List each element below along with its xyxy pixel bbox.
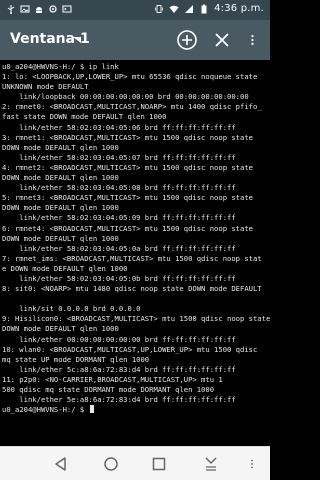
- terminal-line: DOWN mode DEFAULT qlen 1000: [2, 203, 119, 213]
- android-debug-icon: [36, 7, 42, 13]
- terminal-line: link/loopback 00:00:00:00:00:00 brd 00:0…: [2, 92, 249, 102]
- settings-icon: [49, 5, 57, 13]
- terminal-line: link/ether 58:02:03:04:05:08 brd ff:ff:f…: [2, 183, 236, 193]
- terminal-line: DOWN mode DEFAULT qlen 1000: [2, 142, 119, 152]
- signal-icon: [185, 4, 194, 13]
- usb-icon: [7, 5, 15, 14]
- terminal-line: 5: rmnet3: <BROADCAST,MULTICAST> mtu 150…: [2, 193, 253, 203]
- terminal-line: 9: Hisilicon0: <BROADCAST,MULTICAST> mtu…: [2, 314, 270, 324]
- overflow-menu-icon[interactable]: [248, 29, 262, 51]
- terminal-line: fast state DOWN mode DEFAULT qlen 1000: [2, 112, 167, 122]
- terminal-prompt: u0_a204@HWVNS-H:/ $: [2, 405, 89, 415]
- status-bar: 4:36 p.m.: [0, 0, 270, 20]
- terminal-line: e DOWN mode DEFAULT qlen 1000: [2, 263, 128, 273]
- close-window-button[interactable]: [211, 29, 233, 51]
- navigation-bar: [0, 446, 270, 480]
- text-cursor: [89, 405, 94, 414]
- back-button[interactable]: [52, 455, 70, 473]
- terminal-line: DOWN mode DEFAULT qlen 1000: [2, 324, 119, 334]
- terminal-line: link/ether 00:00:00:00:00:00 brd ff:ff:f…: [2, 334, 236, 344]
- terminal-line: 6: rmnet4: <BROADCAST,MULTICAST> mtu 150…: [2, 223, 253, 233]
- vibrate-icon: [155, 4, 164, 13]
- terminal-line: 10: wlan0: <BROADCAST,MULTICAST,UP,LOWER…: [2, 344, 258, 354]
- status-time: 4:36 p.m.: [214, 3, 264, 14]
- terminal-line: u0_a204@HWVNS-H:/ $ ip link: [2, 62, 119, 71]
- app-bar: Ventana 1: [0, 20, 270, 60]
- new-window-button[interactable]: [176, 29, 198, 51]
- terminal-line: DOWN mode DEFAULT qlen 1000: [2, 173, 119, 183]
- terminal-line: 11: p2p0: <NO-CARRIER,BROADCAST,MULTICAS…: [2, 374, 223, 384]
- wifi-icon: [169, 5, 179, 13]
- terminal-output[interactable]: u0_a204@HWVNS-H:/ $ ip link 1: lo: <LOOP…: [0, 60, 270, 446]
- terminal-line: DOWN mode DEFAULT qlen 1000: [2, 233, 119, 243]
- terminal-line: link/ether 58:02:03:04:05:0a brd ff:ff:f…: [2, 243, 236, 253]
- battery-icon: [201, 4, 207, 13]
- terminal-line: link/ether 58:02:03:04:05:07 brd ff:ff:f…: [2, 152, 236, 162]
- terminal-line: 500 qdisc mq state DORMANT mode DORMANT …: [2, 385, 215, 394]
- status-notifications: [6, 4, 72, 14]
- terminal-line: 3: rmnet1: <BROADCAST,MULTICAST> mtu 150…: [2, 132, 253, 142]
- terminal-line: UNKNOWN mode DEFAULT: [2, 82, 89, 92]
- terminal-line: link/ether 58:02:03:04:05:09 brd ff:ff:f…: [2, 213, 236, 223]
- terminal-line: link/ether 58:02:03:04:05:06 brd ff:ff:f…: [2, 122, 236, 132]
- terminal-line: link/ether 5e:a8:6a:72:83:d4 brd ff:ff:f…: [2, 395, 236, 405]
- terminal-line: link/sit 0.0.0.0 brd 0.0.0.0: [2, 304, 141, 314]
- terminal-line: 1: lo: <LOOPBACK,UP,LOWER_UP> mtu 65536 …: [2, 72, 258, 82]
- terminal-prompt-line[interactable]: u0_a204@HWVNS-H:/ $: [2, 405, 270, 415]
- terminal-icon: [62, 5, 72, 13]
- image-icon: [20, 5, 30, 13]
- terminal-line: 4: rmnet2: <BROADCAST,MULTICAST> mtu 150…: [2, 162, 253, 172]
- terminal-line: 8: sit0: <NOARP> mtu 1480 qdisc noop sta…: [2, 284, 262, 294]
- status-system: 4:36 p.m.: [154, 3, 264, 14]
- terminal-line: link/ether 5c:a8:6a:72:83:d4 brd ff:ff:f…: [2, 364, 236, 374]
- terminal-line: mq state UP mode DORMANT qlen 1000: [2, 354, 150, 364]
- terminal-line: link/ether 58:02:03:04:05:0b brd ff:ff:f…: [2, 273, 236, 283]
- dropdown-caret-icon[interactable]: [73, 37, 81, 43]
- recent-apps-button[interactable]: [150, 455, 168, 473]
- terminal-line: 7: rmnet_ims: <BROADCAST,MULTICAST> mtu …: [2, 253, 262, 263]
- terminal-line: 2: rmnet0: <BROADCAST,MULTICAST,NOARP> m…: [2, 102, 262, 112]
- home-button[interactable]: [102, 455, 120, 473]
- hide-keyboard-button[interactable]: [202, 455, 220, 473]
- menu-button[interactable]: [248, 455, 260, 473]
